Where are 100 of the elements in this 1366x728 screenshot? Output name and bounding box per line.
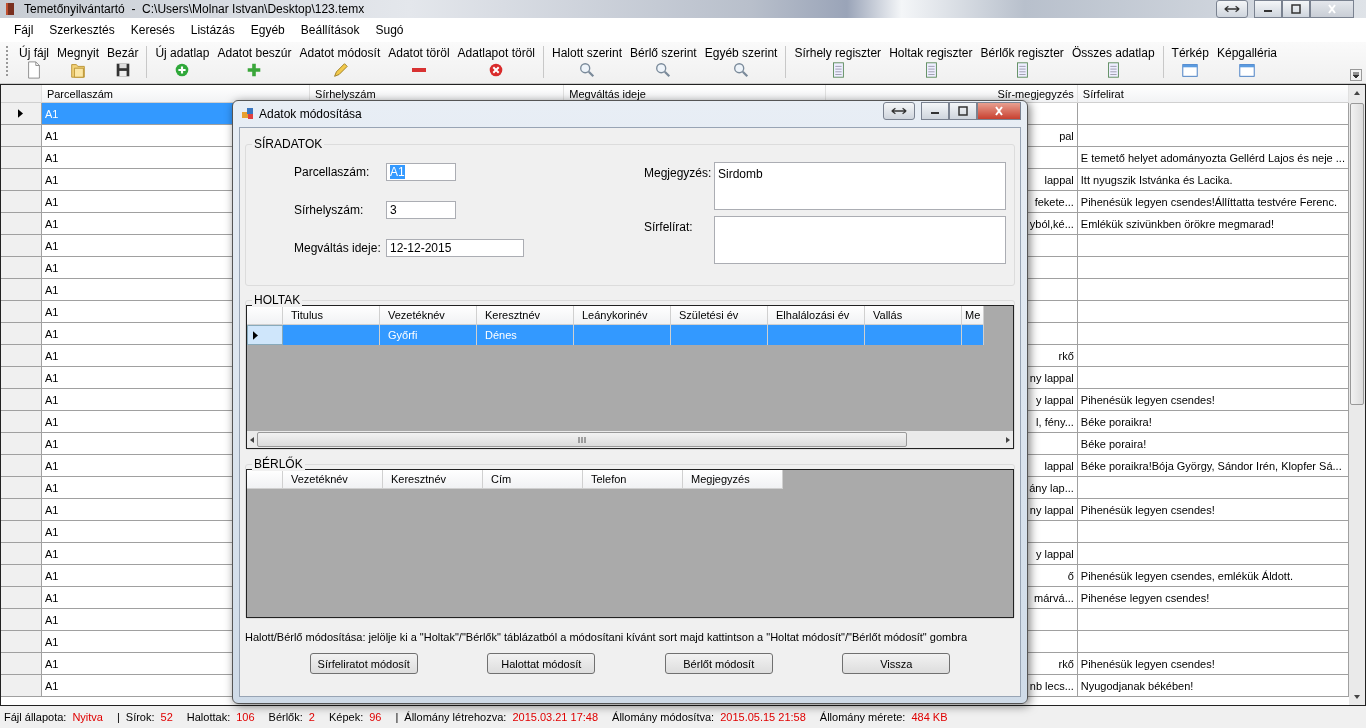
text-area[interactable]: Sirdomb	[714, 162, 1006, 210]
group-title: SÍRADATOK	[252, 137, 325, 151]
table-cell: y lappal	[1035, 547, 1074, 560]
column-header[interactable]: Vezetéknév	[283, 470, 383, 489]
menu-item[interactable]: Beállítások	[292, 23, 368, 37]
maximize-icon	[956, 106, 970, 116]
column-header[interactable]: Cím	[483, 470, 583, 489]
column-header[interactable]: Leánykorinév	[574, 306, 671, 325]
maximize-button[interactable]	[1282, 0, 1310, 18]
status-label: Bérlők:	[268, 711, 303, 723]
toolbar-button[interactable]: Sírhely regiszter	[790, 46, 886, 79]
table-cell: Pihenésük legyen csendes!	[1077, 653, 1349, 675]
dialog-button[interactable]: Bérlőt módosít	[664, 653, 773, 674]
status-label: Képek:	[328, 711, 364, 723]
table-cell: y lappal	[1035, 393, 1074, 406]
table-cell: pal	[1059, 129, 1074, 142]
status-label: Állomány mérete:	[819, 711, 906, 723]
minimize-button[interactable]	[921, 102, 949, 120]
toolbar-button[interactable]: Halott szerint	[548, 46, 626, 79]
horizontal-scrollbar[interactable]	[247, 431, 1013, 448]
maximize-button[interactable]	[949, 102, 977, 120]
close-icon	[992, 106, 1006, 116]
search-icon	[732, 61, 751, 79]
column-header[interactable]: Vezetéknév	[380, 306, 477, 325]
menu-item[interactable]: Keresés	[122, 23, 183, 37]
column-header[interactable]: Elhalálozási év	[768, 306, 865, 325]
menu-item[interactable]: Egyéb	[242, 23, 293, 37]
text-area[interactable]	[714, 216, 1006, 264]
toolbar-button[interactable]: Térkép	[1167, 46, 1213, 79]
table-cell: l, fény...	[1036, 415, 1074, 428]
scroll-thumb[interactable]	[1350, 103, 1364, 405]
toolbar-button[interactable]: Összes adatlap	[1067, 46, 1159, 79]
column-header[interactable]: Keresztnév	[477, 306, 574, 325]
status-separator: |	[116, 711, 120, 723]
column-header[interactable]: Telefon	[583, 470, 683, 489]
table-cell: Győrfi	[388, 329, 418, 341]
menu-item[interactable]: Sugó	[367, 23, 412, 37]
search-icon	[654, 61, 673, 79]
column-header[interactable]: Vallás	[865, 306, 962, 325]
toolbar-button[interactable]: Adatlapot töröl	[453, 46, 539, 79]
toolbar-button[interactable]: Bérlő szerint	[626, 46, 701, 79]
column-header[interactable]: Születési év	[671, 306, 768, 325]
table-cell: lappal	[1044, 173, 1074, 186]
column-header[interactable]: Titulus	[283, 306, 380, 325]
snap-button[interactable]	[883, 102, 915, 120]
row-header[interactable]	[1, 103, 42, 125]
row-pointer-icon	[253, 330, 258, 340]
book-icon	[4, 2, 16, 16]
status-label: Fájl állapota:	[4, 711, 67, 723]
dialog-button[interactable]: Sírfeliratot módosít	[309, 653, 418, 674]
status-value: 2	[308, 711, 315, 723]
scrollbar[interactable]	[1349, 85, 1365, 705]
table-cell: ny lappal	[1029, 503, 1074, 516]
status-value: 2015.03.21 17:48	[512, 711, 599, 723]
dialog-button[interactable]: Halottat módosít	[487, 653, 596, 674]
table-cell: yból,ké...	[1029, 217, 1074, 230]
table-cell: ő	[1067, 569, 1074, 582]
dialog-button[interactable]: Vissza	[842, 653, 951, 674]
table-cell: Itt nyugszik Istvánka és Lacika.	[1077, 169, 1349, 191]
close-button[interactable]	[977, 102, 1021, 120]
toolbar-button[interactable]: Adatot beszúr	[213, 46, 296, 79]
status-label: Állomány módosítva:	[612, 711, 715, 723]
toolbar-button[interactable]: Új fájl	[15, 46, 53, 79]
snap-button[interactable]	[1216, 0, 1248, 18]
maximize-icon	[1289, 4, 1303, 14]
table-cell: ny lappal	[1029, 371, 1074, 384]
input-field[interactable]: 3	[386, 201, 456, 219]
window-icon	[1181, 61, 1200, 79]
group-title: BÉRLŐK	[252, 457, 305, 471]
table-cell: Béke poraira!	[1077, 433, 1349, 455]
overflow-arrow-icon[interactable]	[1350, 69, 1362, 81]
row-header	[1, 85, 42, 103]
toolbar-button[interactable]: Holtak regiszter	[885, 46, 977, 79]
column-header[interactable]: Me	[962, 306, 984, 325]
field-label: Sírfelírat:	[644, 219, 694, 234]
column-header[interactable]: Keresztnév	[383, 470, 483, 489]
toolbar-button[interactable]: Adatot töröl	[384, 46, 454, 79]
table-cell: Béke poraikra!	[1077, 411, 1349, 433]
window-title: Temetőnyilvántartó - C:\Users\Molnar Istvan\Desktop\123.temx	[24, 2, 365, 16]
close-button[interactable]	[1310, 0, 1354, 18]
toolbar-button[interactable]: Új adatlap	[151, 46, 214, 79]
toolbar-button[interactable]: Bérlők regiszter	[976, 46, 1068, 79]
menu-item[interactable]: Listázás	[182, 23, 243, 37]
menu-item[interactable]: Szerkesztés	[41, 23, 123, 37]
toolbar-button[interactable]: Bezár	[103, 46, 143, 79]
window-icon	[241, 107, 255, 121]
menu-item[interactable]: Fájl	[6, 23, 42, 37]
folder-icon	[69, 61, 88, 79]
column-header[interactable]: Megjegyzés	[683, 470, 783, 489]
group-title: HOLTAK	[252, 293, 303, 307]
double-arrow-icon	[1223, 4, 1241, 14]
minimize-button[interactable]	[1254, 0, 1282, 18]
status-separator: |	[395, 711, 399, 723]
scroll-thumb[interactable]	[257, 432, 907, 447]
toolbar-button[interactable]: Képgalléria	[1212, 46, 1281, 79]
toolbar-button[interactable]: Egyéb szerint	[700, 46, 782, 79]
input-field[interactable]: 12-12-2015	[386, 239, 524, 257]
toolbar-button[interactable]: Adatot módosít	[295, 46, 385, 79]
column-header[interactable]: Sírfelirat	[1077, 85, 1349, 103]
toolbar-button[interactable]: Megnyit	[53, 46, 104, 79]
